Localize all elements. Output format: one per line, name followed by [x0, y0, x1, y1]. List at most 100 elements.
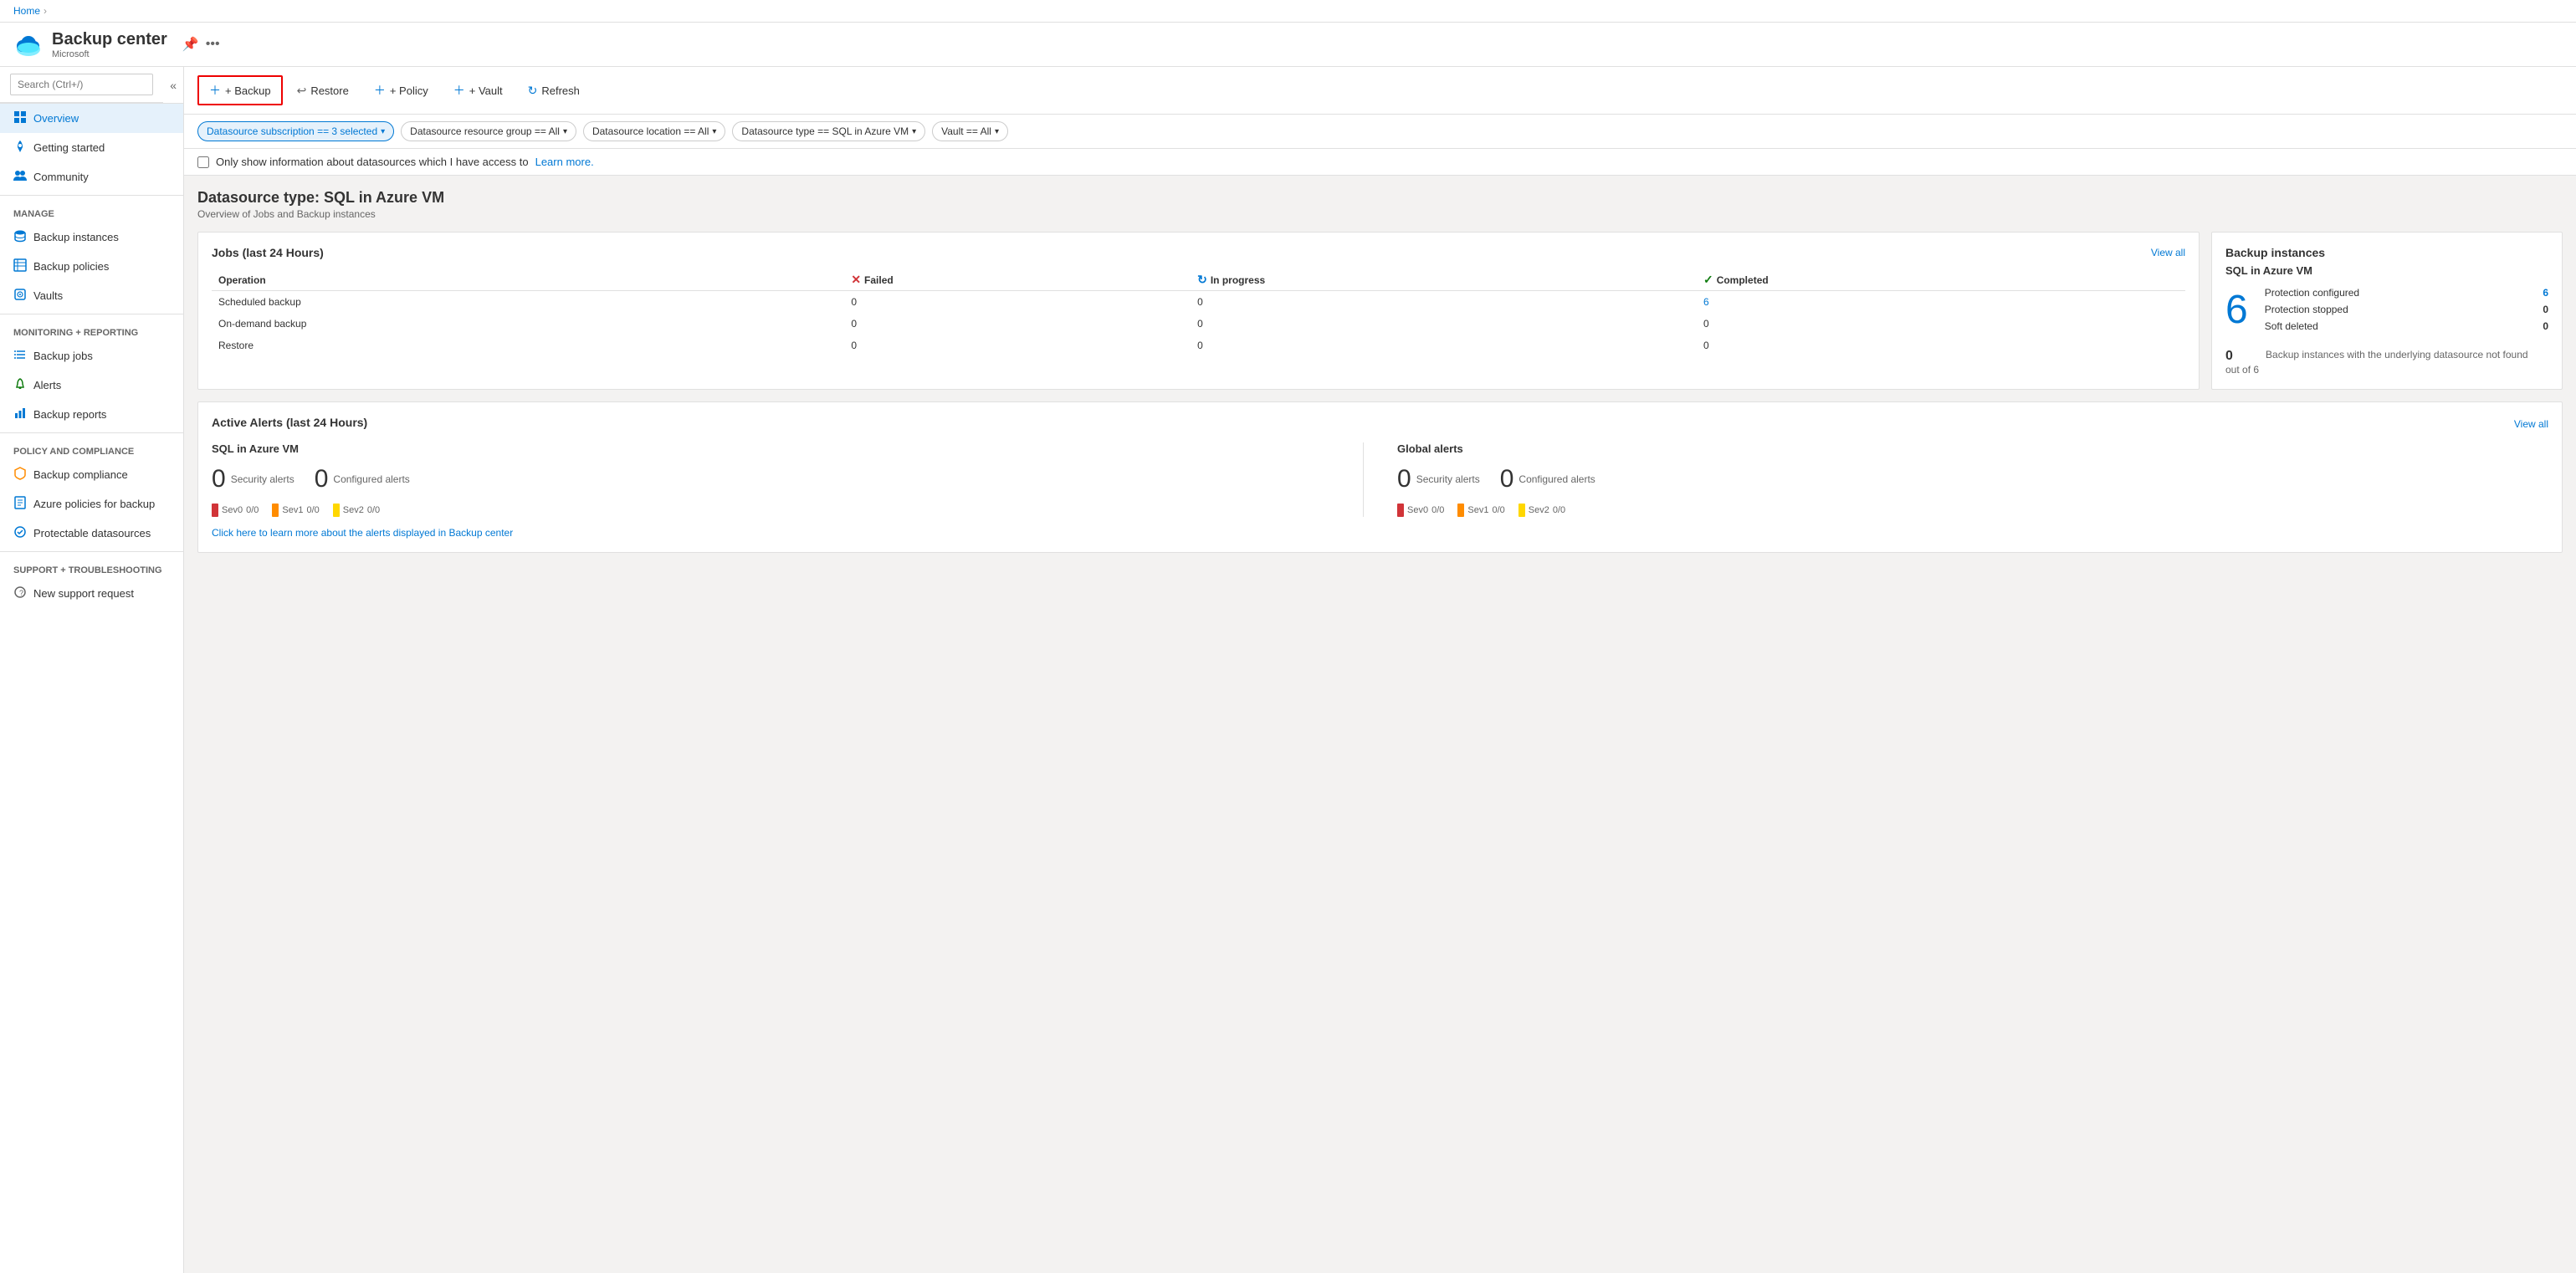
protection-stopped-label: Protection stopped — [2265, 304, 2348, 315]
sql-sev2-value: 0/0 — [367, 505, 380, 515]
completed-cell: 0 — [1697, 313, 2185, 335]
instances-count[interactable]: 6 — [2225, 287, 2248, 330]
global-sev-row: Sev0 0/0 Sev1 0/0 Sev2 0/0 — [1397, 504, 2548, 517]
sidebar-item-label: Backup policies — [33, 260, 109, 273]
sev2-bar — [333, 504, 340, 517]
sidebar-item-label: Community — [33, 171, 89, 183]
global-sev2-bar — [1518, 504, 1525, 517]
protection-stopped-value: 0 — [2543, 304, 2548, 315]
access-checkbox[interactable] — [197, 156, 209, 168]
sidebar: « Overview Getting started Community Man… — [0, 67, 184, 1273]
sidebar-item-label: Backup compliance — [33, 468, 128, 481]
search-input[interactable] — [10, 74, 153, 95]
sidebar-item-overview[interactable]: Overview — [0, 104, 183, 133]
footer-desc: Backup instances with the underlying dat… — [2266, 349, 2528, 360]
sidebar-item-label: Getting started — [33, 141, 105, 154]
sql-configured-label: Configured alerts — [333, 473, 409, 485]
sql-sev2-label: Sev2 — [343, 505, 364, 515]
more-options-icon[interactable]: ••• — [206, 37, 220, 52]
sql-sev1-value: 0/0 — [306, 505, 319, 515]
sidebar-item-vaults[interactable]: Vaults — [0, 281, 183, 310]
vault-button-label: + Vault — [469, 84, 503, 97]
svg-text:?: ? — [19, 589, 23, 597]
completed-cell-link[interactable]: 6 — [1697, 291, 2185, 314]
inprogress-cell: 0 — [1191, 313, 1697, 335]
filter-subscription[interactable]: Datasource subscription == 3 selected ▾ — [197, 121, 394, 141]
pin-icon[interactable]: 📌 — [182, 36, 199, 53]
page-content: Datasource type: SQL in Azure VM Overvie… — [184, 176, 2576, 566]
sidebar-item-backup-instances[interactable]: Backup instances — [0, 222, 183, 252]
sql-security-count-item: 0 Security alerts — [212, 465, 294, 493]
sidebar-item-label: Backup reports — [33, 408, 106, 421]
sql-section-title: SQL in Azure VM — [212, 442, 1363, 455]
global-sev1-value: 0/0 — [1492, 505, 1504, 515]
learn-more-link[interactable]: Learn more. — [535, 156, 594, 168]
table-row: Restore 0 0 0 — [212, 335, 2185, 356]
sidebar-item-alerts[interactable]: Alerts — [0, 371, 183, 400]
rocket-icon — [13, 140, 27, 156]
chart-icon — [13, 406, 27, 422]
breadcrumb-home[interactable]: Home — [13, 5, 40, 17]
refresh-button-label: Refresh — [541, 84, 580, 97]
sidebar-item-backup-jobs[interactable]: Backup jobs — [0, 341, 183, 371]
sql-sev-row: Sev0 0/0 Sev1 0/0 Sev2 0/0 — [212, 504, 1363, 517]
policy-button[interactable]: ＋ + Policy — [363, 76, 439, 105]
grid-icon — [13, 110, 27, 126]
sidebar-item-label: Protectable datasources — [33, 527, 151, 539]
sql-configured-count-item: 0 Configured alerts — [315, 465, 410, 493]
alerts-view-all-link[interactable]: View all — [2514, 418, 2548, 430]
sidebar-item-azure-policies[interactable]: Azure policies for backup — [0, 489, 183, 519]
soft-deleted-row: Soft deleted 0 — [2265, 320, 2548, 332]
col-completed: ✓ Completed — [1697, 269, 2185, 291]
failed-cell: 0 — [844, 291, 1191, 314]
sidebar-item-community[interactable]: Community — [0, 162, 183, 192]
sidebar-item-getting-started[interactable]: Getting started — [0, 133, 183, 162]
operation-cell: Scheduled backup — [212, 291, 844, 314]
access-label: Only show information about datasources … — [216, 156, 529, 168]
global-sev2-value: 0/0 — [1553, 505, 1565, 515]
filter-resource-group[interactable]: Datasource resource group == All ▾ — [401, 121, 576, 141]
filter-type[interactable]: Datasource type == SQL in Azure VM ▾ — [732, 121, 925, 141]
global-sev0: Sev0 0/0 — [1397, 504, 1444, 517]
operation-cell: On-demand backup — [212, 313, 844, 335]
refresh-button[interactable]: ↻ Refresh — [517, 78, 591, 104]
inprogress-cell: 0 — [1191, 335, 1697, 356]
sql-security-count: 0 — [212, 465, 226, 493]
global-sev1: Sev1 0/0 — [1457, 504, 1504, 517]
alerts-learn-more-link[interactable]: Click here to learn more about the alert… — [212, 527, 2548, 539]
sql-sev0-label: Sev0 — [222, 505, 243, 515]
completed-cell: 0 — [1697, 335, 2185, 356]
sidebar-item-protectable-datasources[interactable]: Protectable datasources — [0, 519, 183, 548]
cards-row-1: Jobs (last 24 Hours) View all Operation … — [197, 232, 2563, 390]
sidebar-item-backup-compliance[interactable]: Backup compliance — [0, 460, 183, 489]
sql-configured-count: 0 — [315, 465, 329, 493]
sql-alerts-counts: 0 Security alerts 0 Configured alerts — [212, 465, 1363, 493]
sidebar-item-backup-reports[interactable]: Backup reports — [0, 400, 183, 429]
filter-resource-group-label: Datasource resource group == All — [410, 125, 560, 137]
col-failed: ✕ Failed — [844, 269, 1191, 291]
sidebar-item-backup-policies[interactable]: Backup policies — [0, 252, 183, 281]
list-icon — [13, 348, 27, 364]
filter-vault[interactable]: Vault == All ▾ — [932, 121, 1008, 141]
sidebar-section-monitoring: Monitoring + reporting — [0, 318, 183, 341]
protection-configured-row: Protection configured 6 — [2265, 287, 2548, 299]
backup-button[interactable]: ＋ + Backup — [197, 75, 283, 105]
protection-configured-value[interactable]: 6 — [2543, 287, 2548, 299]
sql-sev0: Sev0 0/0 — [212, 504, 259, 517]
vault-button[interactable]: ＋ + Vault — [443, 76, 514, 105]
plus-backup-icon: ＋ — [209, 82, 221, 99]
global-alerts-counts: 0 Security alerts 0 Configured alerts — [1397, 465, 2548, 493]
collapse-sidebar-button[interactable]: « — [163, 79, 183, 92]
bell-icon — [13, 377, 27, 393]
global-security-count: 0 — [1397, 465, 1411, 493]
sidebar-item-label: Vaults — [33, 289, 63, 302]
filter-location[interactable]: Datasource location == All ▾ — [583, 121, 725, 141]
sidebar-item-new-support-request[interactable]: ? New support request — [0, 579, 183, 608]
jobs-view-all-link[interactable]: View all — [2151, 247, 2185, 258]
failed-cell: 0 — [844, 313, 1191, 335]
plus-vault-icon: ＋ — [453, 82, 465, 99]
filter-subscription-chevron: ▾ — [381, 127, 385, 136]
plus-policy-icon: ＋ — [374, 82, 386, 99]
restore-button[interactable]: ↩ Restore — [286, 78, 360, 104]
filter-location-chevron: ▾ — [712, 127, 716, 136]
